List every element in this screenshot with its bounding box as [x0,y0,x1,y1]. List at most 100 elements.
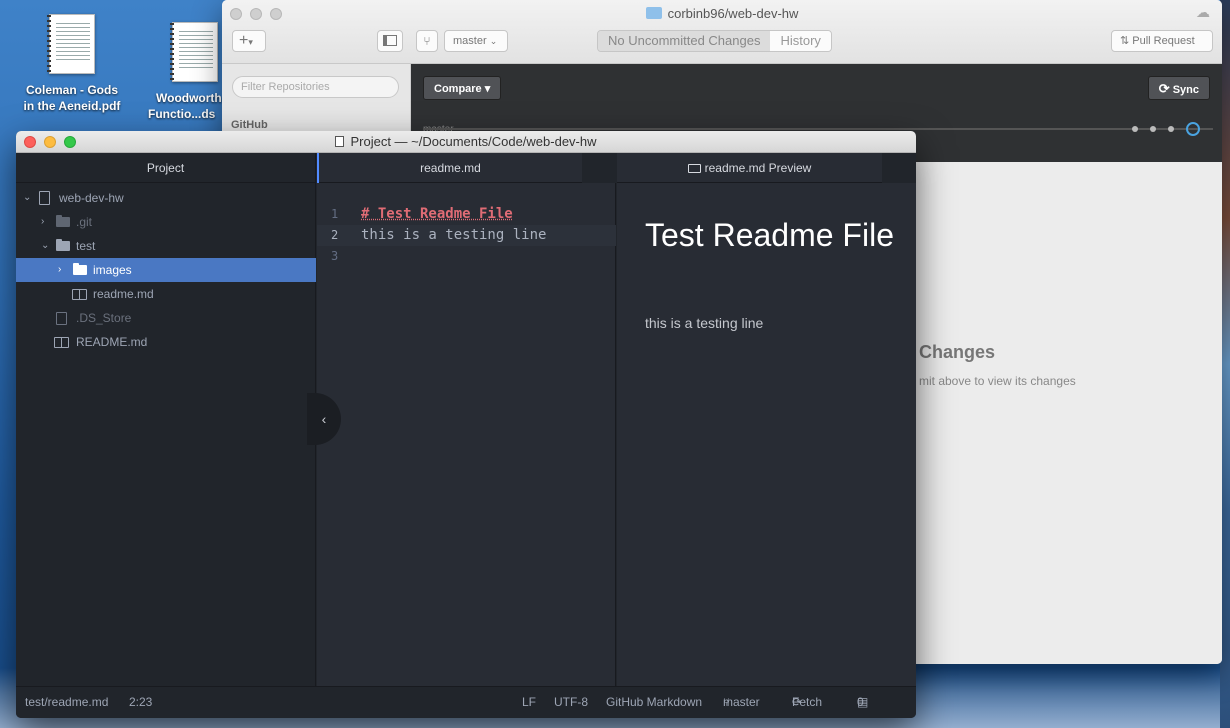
tree-item-label: readme.md [93,287,154,301]
repo-title: corbinb96/web-dev-hw [667,6,799,21]
sidebar-icon [383,35,397,46]
branch-selector[interactable]: master ⌄ [444,30,508,52]
atom-titlebar: Project — ~/Documents/Code/web-dev-hw [16,131,916,153]
branch-icon-button[interactable]: ⑂ [416,30,438,52]
editor-pane[interactable]: readme.md 1 # Test Readme File 2 this is… [317,153,616,686]
tree-item-label: .DS_Store [76,311,132,325]
desktop-file-coleman[interactable]: Coleman - Gods in the Aeneid.pdf [12,14,132,114]
tree-view: Project ⌄ web-dev-hw › .git ⌄ test › ima… [16,153,316,686]
tab-bar-empty [582,153,616,183]
status-encoding[interactable]: UTF-8 [554,687,588,718]
compare-label: Compare [434,83,482,95]
code-text: # Test Readme File [361,206,513,222]
editor-tab-bar: readme.md [317,153,616,183]
zoom-button[interactable] [64,136,76,148]
line-number: 1 [331,207,339,221]
preview-heading: Test Readme File [645,217,894,253]
desktop-file-woodworth[interactable]: Woodworth Functio...ds [136,22,226,122]
tab-readme-md[interactable]: readme.md [317,153,582,183]
branch-timeline [423,128,1213,130]
tree-item-git[interactable]: › .git [16,210,316,234]
tree-item-ds-store[interactable]: .DS_Store [16,306,316,330]
sync-button[interactable]: ⟳ Sync [1147,76,1210,100]
tree-item-label: .git [76,215,93,229]
atom-window: Project — ~/Documents/Code/web-dev-hw Pr… [16,131,916,718]
close-button[interactable] [24,136,36,148]
commit-dot[interactable] [1132,126,1138,132]
window-title: corbinb96/web-dev-hw [222,6,1222,21]
pull-request-button[interactable]: ⇅ Pull Request [1111,30,1213,52]
window-controls [24,136,76,148]
folder-icon [56,215,70,227]
markdown-file-icon [54,337,69,348]
status-grammar[interactable]: GitHub Markdown [606,687,702,718]
tree-item-label: test [76,239,96,253]
tree-root[interactable]: ⌄ web-dev-hw [16,186,316,210]
commit-dot[interactable] [1150,126,1156,132]
minimize-button[interactable] [44,136,56,148]
code-line[interactable]: 3 [317,246,616,267]
pull-request-icon: ⇅ [1120,35,1130,47]
status-file-path[interactable]: test/readme.md [25,687,108,718]
add-repository-button[interactable]: +▾ [232,30,266,52]
current-commit-ring[interactable] [1186,122,1200,136]
tree-item-label: README.md [76,335,148,349]
folder-icon [73,263,87,275]
repo-icon [39,191,50,205]
preview-tab-bar: readme.md Preview [617,153,916,183]
github-titlebar: corbinb96/web-dev-hw ☁ +▾ ⑂ master ⌄ No … [222,0,1222,64]
preview-paragraph: this is a testing line [645,315,764,331]
pdf-document-icon [47,14,95,75]
cloud-upload-icon[interactable]: ☁ [1196,4,1210,21]
sidebar-section-github: GitHub [231,119,268,131]
file-icon [56,312,67,325]
desktop-file-label-line2: in the Aeneid.pdf [23,99,121,113]
markdown-preview-icon [687,164,701,173]
filter-repositories-input[interactable]: Filter Repositories [232,76,399,98]
changes-title: Changes [919,342,996,362]
tab-bar-empty [882,153,916,183]
markdown-file-icon [72,289,87,300]
compare-button[interactable]: Compare ▾ [423,76,502,100]
changes-hint: mit above to view its changes [919,374,1076,388]
tab-project[interactable]: Project [16,153,315,183]
line-number: 3 [331,249,339,263]
status-bar: test/readme.md 2:23 LF UTF-8 GitHub Mark… [16,686,916,718]
window-title: Project — ~/Documents/Code/web-dev-hw [350,134,597,149]
chevron-left-icon: ‹ [321,411,327,427]
markdown-preview-pane: readme.md Preview Test Readme File this … [617,153,916,686]
sync-icon: ⟳ [1158,81,1170,96]
status-files-label: 0 files [857,695,864,709]
status-line-ending[interactable]: LF [522,687,536,718]
chevron-down-icon: ⌄ [23,192,32,203]
tree-item-readme-root[interactable]: README.md [16,330,316,354]
folder-icon [645,7,662,19]
tree-item-label: images [93,263,132,277]
timeline-commits [1132,122,1200,136]
tree-item-readme-md[interactable]: readme.md [16,282,316,306]
toggle-sidebar-button[interactable] [377,30,403,52]
status-branch-label: master [723,695,760,709]
desktop-file-label-line2: Functio...ds [148,107,216,121]
status-cursor-position[interactable]: 2:23 [129,687,152,718]
tab-label: readme.md Preview [704,161,812,175]
pull-request-label: Pull Request [1132,35,1195,47]
tab-history[interactable]: History [770,31,831,51]
tab-uncommitted-changes[interactable]: No Uncommitted Changes [598,31,771,51]
chevron-down-icon: ⌄ [489,36,498,46]
chevron-right-icon: › [41,216,45,227]
chevron-down-icon: ⌄ [41,240,50,251]
tree-root-label: web-dev-hw [59,191,124,205]
code-line-current[interactable]: 2 this is a testing line [317,225,616,246]
sync-label: Sync [1172,84,1199,96]
tree-item-images[interactable]: › images [16,258,316,282]
tree-item-test[interactable]: ⌄ test [16,234,316,258]
line-number: 2 [331,228,339,242]
chevron-right-icon: › [58,264,62,275]
view-segmented-control: No Uncommitted Changes History [597,30,832,52]
desktop-file-label-line1: Coleman - Gods [25,83,118,97]
status-fetch-label: Fetch [792,695,823,709]
tab-readme-preview[interactable]: readme.md Preview [617,153,882,183]
code-line[interactable]: 1 # Test Readme File [317,204,616,225]
commit-dot[interactable] [1168,126,1174,132]
